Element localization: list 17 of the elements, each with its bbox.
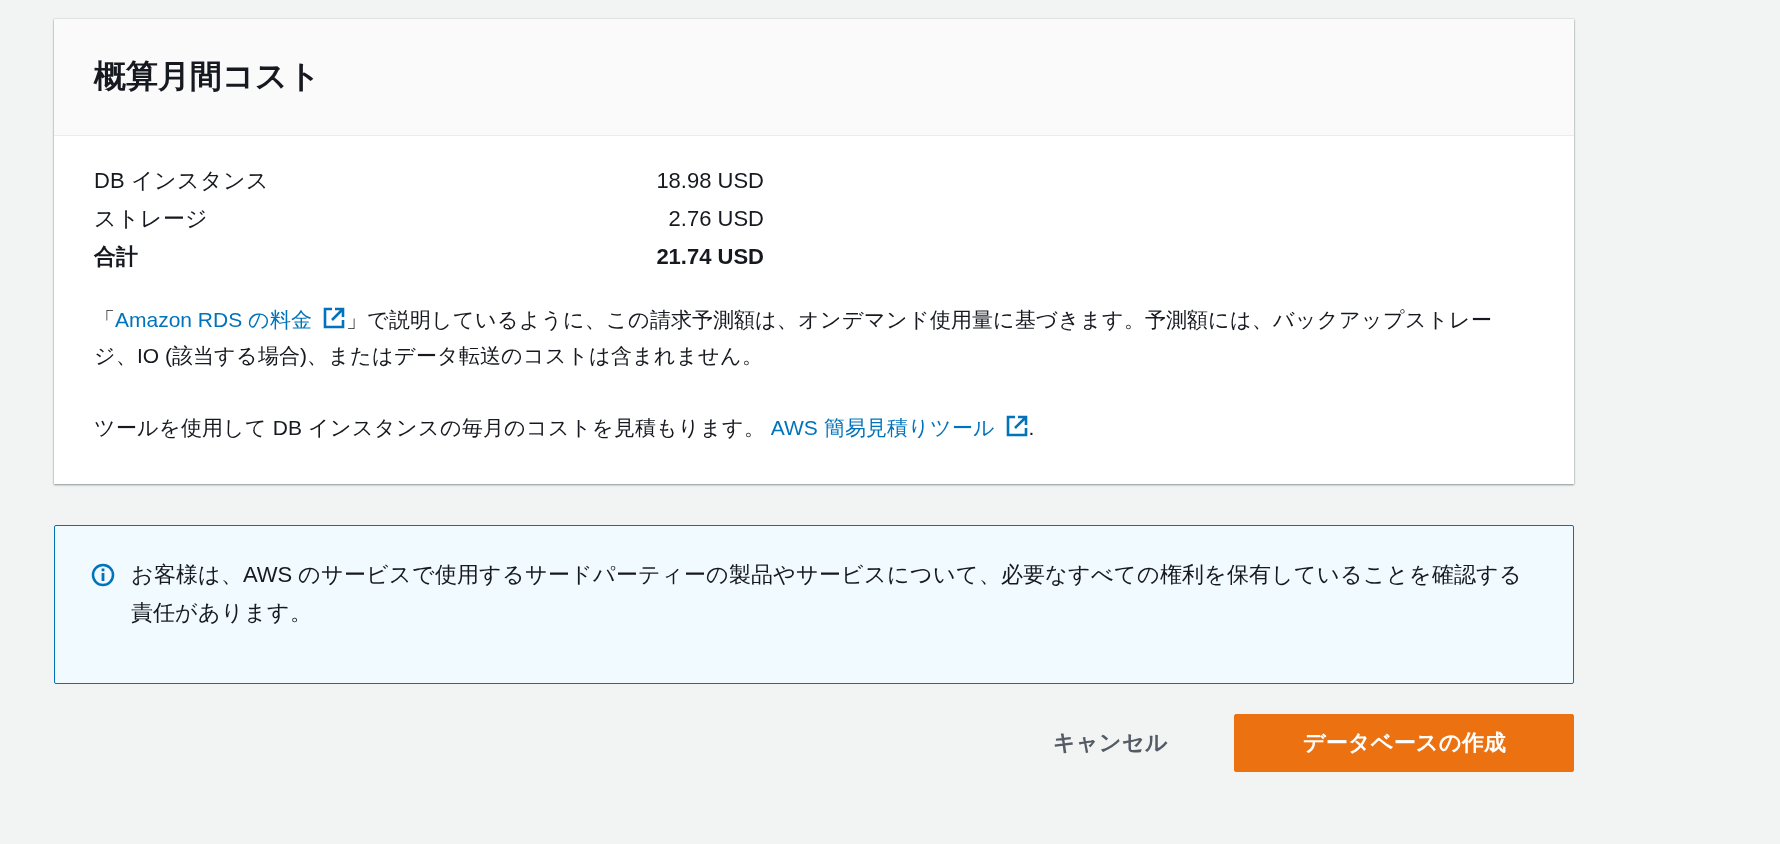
info-icon — [91, 563, 115, 587]
card-title: 概算月間コスト — [94, 57, 321, 96]
pricing-link[interactable]: AWS 簡易見積りツール — [770, 416, 1029, 439]
description-text: 「Amazon RDS の料金 」で説明しているように、この請求予測額は、オンデマンド使用量に基づきます。予測額には、バックアップストレージ、IO (該当する場合)、またはデータ転送のコストは含まれません。 — [94, 305, 1494, 369]
pricing-link[interactable]: Amazon RDS の料金 — [115, 308, 347, 331]
external-link-icon — [322, 306, 347, 330]
description-text: ツールを使用して DB インスタンスの毎月のコストを見積もります。 AWS 簡易見積りツール . — [94, 413, 1036, 441]
cost-value: 18.98 USD — [655, 167, 764, 195]
cost-label: ストレージ — [94, 205, 209, 233]
cost-label: DB インスタンス — [94, 167, 270, 195]
alert-text: お客様は、AWS のサービスで使用するサードパーティーの製品やサービスについて、必要なすべての権利を保有していることを確認する責任があります。 — [131, 561, 1524, 627]
cost-value: 21.74 USD — [655, 243, 764, 271]
create-button[interactable]: データベースの作成 — [1234, 714, 1574, 772]
external-link-icon — [1004, 414, 1029, 438]
cost-label: 合計 — [94, 243, 139, 271]
cancel-button[interactable]: キャンセル — [1043, 714, 1178, 772]
cost-value: 2.76 USD — [667, 205, 764, 233]
